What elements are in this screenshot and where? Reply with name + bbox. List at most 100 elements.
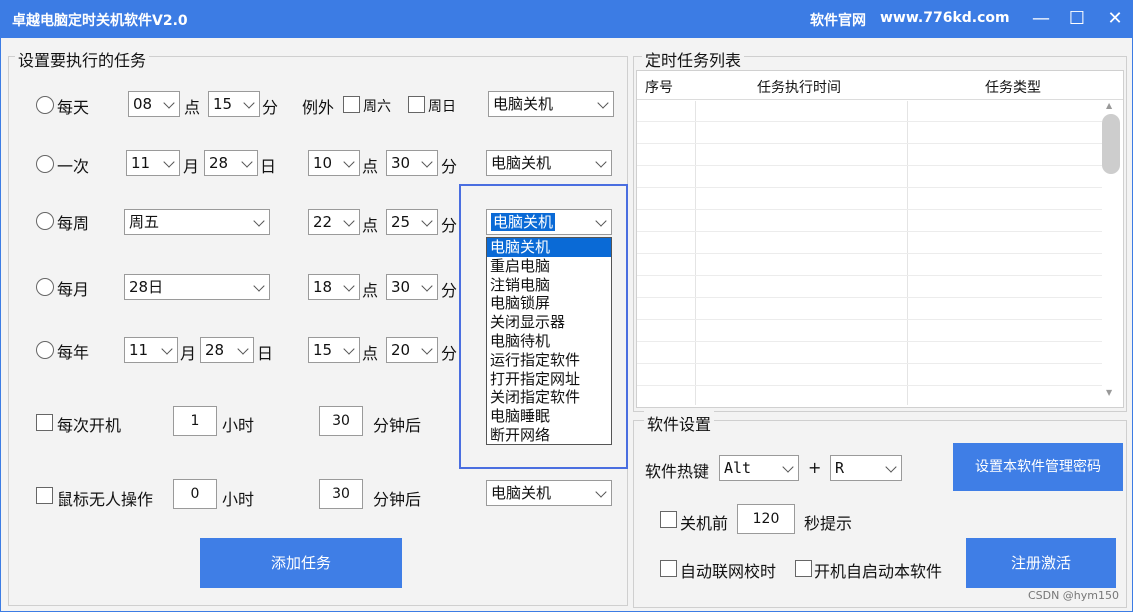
dropdown-option[interactable]: 重启电脑 <box>487 257 611 276</box>
unit-hours: 小时 <box>222 416 255 435</box>
daily-hour-value: 08 <box>133 95 153 113</box>
daily-hour-select[interactable]: 08 <box>128 91 180 117</box>
radio-once[interactable] <box>36 155 54 173</box>
once-day-select[interactable]: 28 <box>204 150 258 176</box>
task-list-scrollbar[interactable]: ▲ ▼ <box>1100 100 1122 406</box>
dropdown-option[interactable]: 注销电脑 <box>487 276 611 295</box>
radio-monthly[interactable] <box>36 278 54 296</box>
weekly-minute-select[interactable]: 25 <box>386 209 438 235</box>
task-list-title: 定时任务列表 <box>642 47 745 71</box>
monthly-hour-select[interactable]: 18 <box>308 274 360 300</box>
scrollbar-thumb[interactable] <box>1102 114 1120 174</box>
chevron-down-icon <box>421 280 433 292</box>
radio-weekly[interactable] <box>36 212 54 230</box>
radio-yearly[interactable] <box>36 341 54 359</box>
dropdown-option[interactable]: 打开指定网址 <box>487 370 611 389</box>
yearly-day-select[interactable]: 28 <box>200 337 254 363</box>
before-shutdown-seconds-input[interactable]: 120 <box>737 504 795 534</box>
action-dropdown-list[interactable]: 电脑关机 重启电脑 注销电脑 电脑锁屏 关闭显示器 电脑待机 运行指定软件 打开… <box>486 237 612 445</box>
set-password-button[interactable]: 设置本软件管理密码 <box>953 443 1123 491</box>
scroll-down-icon[interactable]: ▼ <box>1106 388 1112 397</box>
checkbox-saturday[interactable] <box>343 96 360 113</box>
chevron-down-icon <box>343 156 355 168</box>
once-month-select[interactable]: 11 <box>126 150 180 176</box>
daily-minute-select[interactable]: 15 <box>208 91 260 117</box>
yearly-hour-select[interactable]: 15 <box>308 337 360 363</box>
dropdown-option[interactable]: 电脑关机 <box>487 238 611 257</box>
chevron-down-icon <box>597 97 609 109</box>
unit-minutes-after: 分钟后 <box>373 416 422 435</box>
startup-hours-input[interactable]: 1 <box>173 406 217 436</box>
monthly-day-select[interactable]: 28日 <box>124 274 270 300</box>
idle-action-value: 电脑关机 <box>491 484 552 502</box>
weekly-day-select[interactable]: 周五 <box>124 209 270 235</box>
dropdown-option[interactable]: 关闭显示器 <box>487 313 611 332</box>
monthly-minute-select[interactable]: 30 <box>386 274 438 300</box>
once-day-value: 28 <box>209 154 229 172</box>
idle-hours-input[interactable]: 0 <box>173 479 217 509</box>
chevron-down-icon <box>595 156 607 168</box>
dropdown-option[interactable]: 关闭指定软件 <box>487 388 611 407</box>
checkbox-sunday[interactable] <box>408 96 425 113</box>
once-hour-value: 10 <box>313 154 333 172</box>
label-weekly: 每周 <box>57 214 90 233</box>
yearly-month-value: 11 <box>129 341 149 359</box>
chevron-down-icon <box>421 343 433 355</box>
hotkey-modifier-select[interactable]: Alt <box>719 455 799 481</box>
radio-daily[interactable] <box>36 96 54 114</box>
label-yearly: 每年 <box>57 343 90 362</box>
unit-minute: 分 <box>441 216 458 235</box>
hotkey-key-select[interactable]: R <box>830 455 902 481</box>
task-group-title: 设置要执行的任务 <box>15 47 150 71</box>
dropdown-option[interactable]: 电脑待机 <box>487 332 611 351</box>
col-type-header[interactable]: 任务类型 <box>985 77 1041 97</box>
close-icon[interactable]: ✕ <box>1102 6 1128 32</box>
checkbox-before-shutdown[interactable] <box>660 511 677 528</box>
col-time-header[interactable]: 任务执行时间 <box>757 77 841 97</box>
grid-line <box>637 209 1102 210</box>
once-hour-select[interactable]: 10 <box>308 150 360 176</box>
scroll-up-icon[interactable]: ▲ <box>1106 101 1112 110</box>
dropdown-option[interactable]: 运行指定软件 <box>487 351 611 370</box>
task-list[interactable]: 序号 任务执行时间 任务类型 <box>636 70 1124 408</box>
checkbox-auto-sync[interactable] <box>660 560 677 577</box>
register-button[interactable]: 注册激活 <box>966 538 1116 588</box>
site-label: 软件官网 <box>810 13 866 29</box>
yearly-minute-select[interactable]: 20 <box>386 337 438 363</box>
grid-line <box>637 187 1102 188</box>
chevron-down-icon <box>253 280 265 292</box>
dropdown-option[interactable]: 断开网络 <box>487 426 611 445</box>
label-idle: 鼠标无人操作 <box>57 490 154 509</box>
label-once: 一次 <box>57 157 90 176</box>
once-minute-value: 30 <box>391 154 411 172</box>
checkbox-autostart[interactable] <box>795 560 812 577</box>
col-index-header[interactable]: 序号 <box>645 77 673 97</box>
idle-action-select[interactable]: 电脑关机 <box>486 480 612 506</box>
once-action-select[interactable]: 电脑关机 <box>486 150 612 176</box>
add-task-button[interactable]: 添加任务 <box>200 538 402 588</box>
unit-hour: 点 <box>362 216 379 235</box>
dropdown-option[interactable]: 电脑锁屏 <box>487 294 611 313</box>
yearly-hour-value: 15 <box>313 341 333 359</box>
label-sunday: 周日 <box>428 99 456 115</box>
label-monthly: 每月 <box>57 280 90 299</box>
unit-hour: 点 <box>362 157 379 176</box>
site-url[interactable]: www.776kd.com <box>880 10 1010 26</box>
startup-minutes-input[interactable]: 30 <box>319 406 363 436</box>
grid-line <box>637 363 1102 364</box>
maximize-icon[interactable]: ☐ <box>1064 6 1090 32</box>
unit-minute: 分 <box>441 344 458 363</box>
idle-minutes-input[interactable]: 30 <box>319 479 363 509</box>
once-minute-select[interactable]: 30 <box>386 150 438 176</box>
chevron-down-icon <box>163 97 175 109</box>
label-saturday: 周六 <box>363 99 391 115</box>
minimize-icon[interactable]: — <box>1028 6 1054 32</box>
dropdown-option[interactable]: 电脑睡眠 <box>487 407 611 426</box>
yearly-month-select[interactable]: 11 <box>124 337 178 363</box>
daily-action-select[interactable]: 电脑关机 <box>488 91 614 117</box>
chevron-down-icon <box>161 343 173 355</box>
checkbox-startup[interactable] <box>36 414 53 431</box>
weekly-hour-select[interactable]: 22 <box>308 209 360 235</box>
hotkey-label: 软件热键 <box>645 462 710 481</box>
checkbox-idle[interactable] <box>36 487 53 504</box>
